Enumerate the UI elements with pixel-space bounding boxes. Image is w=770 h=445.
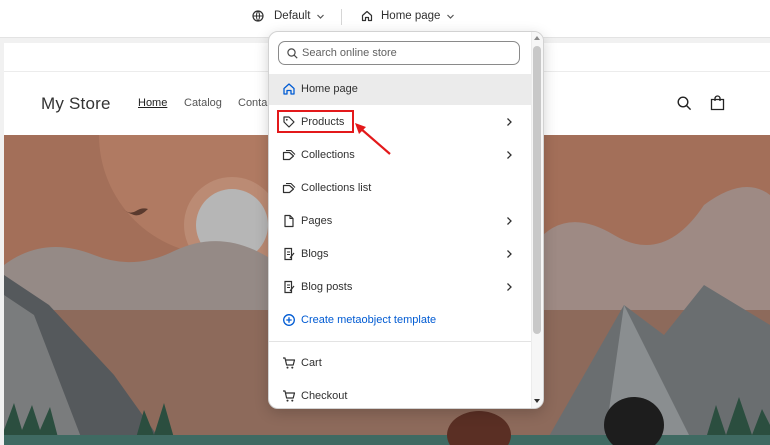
plus-circle-icon (283, 314, 295, 326)
page-dropdown: Search online store Home page Products C… (268, 31, 544, 409)
chevron-right-icon (507, 283, 512, 291)
page-selector[interactable]: Home page (361, 0, 455, 32)
menu-item-collections[interactable]: Collections (269, 140, 531, 171)
menu-item-label: Collections list (301, 182, 372, 194)
tags-icon (282, 182, 296, 194)
cart-icon (283, 390, 296, 402)
menu-item-label: Cart (301, 357, 322, 369)
cart-icon (283, 357, 296, 369)
theme-label: Default (274, 10, 311, 22)
store-logo[interactable]: My Store (41, 94, 111, 114)
menu-item-pages[interactable]: Pages (269, 206, 531, 237)
scroll-up-icon[interactable] (533, 35, 541, 41)
chevron-right-icon (507, 250, 512, 258)
menu-item-label: Create metaobject template (301, 314, 437, 326)
chevron-right-icon (507, 151, 512, 159)
annotation-arrow-icon (355, 123, 391, 155)
menu-item-label: Checkout (301, 390, 348, 402)
menu-divider (269, 341, 531, 342)
nav-catalog[interactable]: Catalog (184, 97, 222, 109)
chevron-down-icon (447, 14, 455, 19)
page-icon (284, 214, 294, 228)
search-icon[interactable] (677, 96, 692, 111)
toolbar-divider (341, 9, 342, 25)
menu-item-blogs[interactable]: Blogs (269, 239, 531, 270)
menu-item-home-page[interactable]: Home page (269, 74, 531, 105)
menu-item-label: Collections (301, 149, 355, 161)
cart-icon[interactable] (710, 95, 725, 111)
globe-icon (252, 10, 264, 22)
tags-icon (282, 149, 296, 161)
menu-item-checkout[interactable]: Checkout (269, 381, 531, 408)
home-icon (361, 10, 373, 22)
menu-item-label: Home page (301, 83, 358, 95)
chevron-down-icon (317, 14, 325, 19)
nav-contact[interactable]: Conta (238, 97, 267, 109)
scroll-down-icon[interactable] (533, 398, 541, 404)
page-label: Home page (381, 10, 441, 22)
chevron-right-icon (507, 217, 512, 225)
products-highlight-box (277, 110, 354, 133)
search-input[interactable]: Search online store (278, 41, 520, 65)
nav-home[interactable]: Home (138, 97, 167, 109)
menu-item-cart[interactable]: Cart (269, 348, 531, 379)
menu-item-label: Pages (301, 215, 333, 227)
menu-item-collections-list[interactable]: Collections list (269, 173, 531, 204)
blog-icon (284, 247, 295, 261)
menu-item-blog-posts[interactable]: Blog posts (269, 272, 531, 303)
chevron-right-icon (507, 118, 512, 126)
theme-selector[interactable]: Default (252, 0, 325, 32)
menu-item-label: Blogs (301, 248, 329, 260)
home-icon (283, 83, 295, 95)
menu-item-label: Blog posts (301, 281, 353, 293)
blog-icon (284, 280, 295, 294)
scrollbar-thumb[interactable] (533, 46, 541, 334)
search-placeholder: Search online store (302, 47, 397, 59)
search-icon (287, 47, 298, 59)
menu-item-create-metaobject[interactable]: Create metaobject template (269, 305, 531, 336)
